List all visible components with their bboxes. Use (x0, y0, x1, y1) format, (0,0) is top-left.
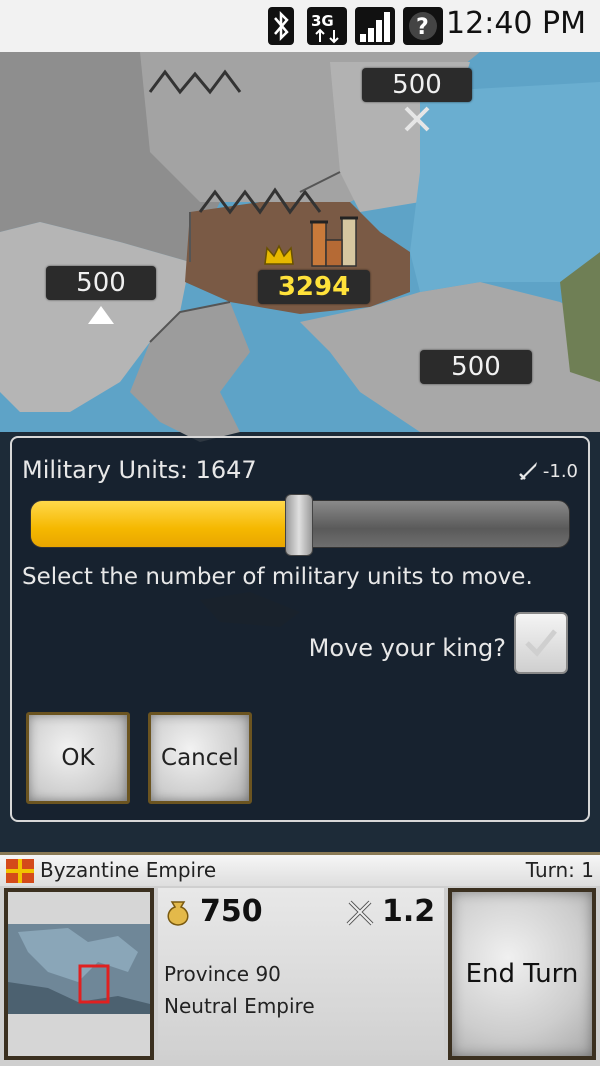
empire-name: Byzantine Empire (40, 858, 217, 882)
move-king-checkbox[interactable] (514, 612, 568, 674)
move-units-dialog: Military Units: 1647 -1.0 Select the num… (10, 436, 590, 822)
svg-text:3G: 3G (311, 12, 334, 30)
status-bar: 3G ? 12:40 PM (0, 0, 600, 52)
signal-strength-icon (355, 7, 395, 45)
province-owner: Neutral Empire (164, 994, 315, 1018)
minimap-graphic (8, 892, 150, 1056)
province-info-panel: 750 1.2 Province 90 Neutral Empire (158, 888, 444, 1060)
instructions-text: Select the number of military units to m… (22, 564, 533, 590)
military-units-label: Military Units: 1647 (22, 456, 257, 484)
cancel-button[interactable]: Cancel (148, 712, 252, 804)
crossed-swords-icon (404, 106, 430, 132)
turn-counter: Turn: 1 (525, 858, 594, 882)
status-clock: 12:40 PM (446, 6, 586, 41)
bluetooth-icon (268, 7, 294, 45)
province-name: Province 90 (164, 962, 281, 986)
military-power-value: 1.2 (382, 894, 436, 929)
units-slider-thumb[interactable] (285, 494, 313, 556)
castle-icon (310, 216, 358, 267)
province-army-label[interactable]: 500 (46, 266, 156, 300)
help-icon: ? (403, 7, 443, 45)
attack-modifier: -1.0 (517, 460, 578, 482)
province-army-label[interactable]: 500 (362, 68, 472, 102)
crossed-swords-icon (346, 900, 374, 926)
ok-button[interactable]: OK (26, 712, 130, 804)
move-king-label: Move your king? (308, 634, 506, 662)
3g-data-icon: 3G (307, 7, 347, 45)
gold-bag-icon (167, 901, 189, 926)
province-army-label[interactable]: 500 (420, 350, 532, 384)
player-army-label[interactable]: 3294 (258, 270, 370, 304)
svg-text:?: ? (416, 15, 429, 40)
gold-value: 750 (200, 894, 263, 929)
minimap[interactable] (4, 888, 154, 1060)
sword-icon (518, 462, 537, 480)
bottom-panel: Byzantine Empire Turn: 1 750 1.2 Provinc… (0, 852, 600, 1066)
end-turn-button[interactable]: End Turn (448, 888, 596, 1060)
empire-bar: Byzantine Empire Turn: 1 (0, 852, 600, 886)
attack-modifier-value: -1.0 (542, 460, 578, 482)
move-arrow-icon (88, 306, 114, 324)
crown-icon (264, 244, 294, 265)
checkmark-icon (525, 629, 557, 657)
units-slider-fill (31, 501, 300, 547)
empire-flag-icon (6, 859, 34, 883)
